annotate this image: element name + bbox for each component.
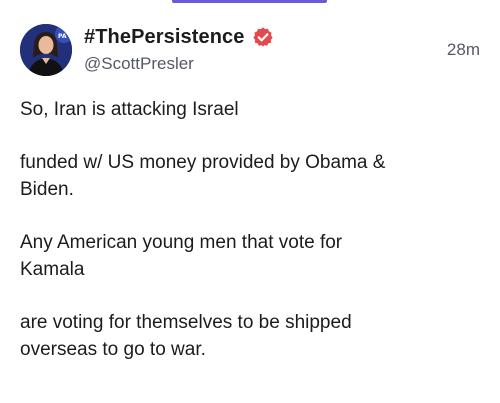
avatar[interactable]: PA xyxy=(20,24,72,76)
post-paragraph: funded w/ US money provided by Obama & B… xyxy=(20,152,386,200)
post-timestamp[interactable]: 28m xyxy=(447,40,480,60)
post-body: So, Iran is attacking Israel funded w/ U… xyxy=(20,96,480,389)
post-paragraph: So, Iran is attacking Israel xyxy=(20,99,239,120)
post-card[interactable]: PA #ThePersistence @ScottPresler 28m So,… xyxy=(0,0,500,403)
author-name-row: #ThePersistence xyxy=(84,24,274,50)
svg-text:PA: PA xyxy=(58,33,67,40)
author-display-name[interactable]: #ThePersistence xyxy=(84,26,244,49)
post-header: PA #ThePersistence @ScottPresler 28m xyxy=(18,22,482,78)
post-paragraph: Any American young men that vote for Kam… xyxy=(20,232,343,280)
post-paragraph: are voting for themselves to be shipped … xyxy=(20,312,352,360)
profile-photo-icon: PA xyxy=(20,24,72,76)
verified-badge-icon xyxy=(252,26,274,48)
author-handle[interactable]: @ScottPresler xyxy=(84,54,194,74)
